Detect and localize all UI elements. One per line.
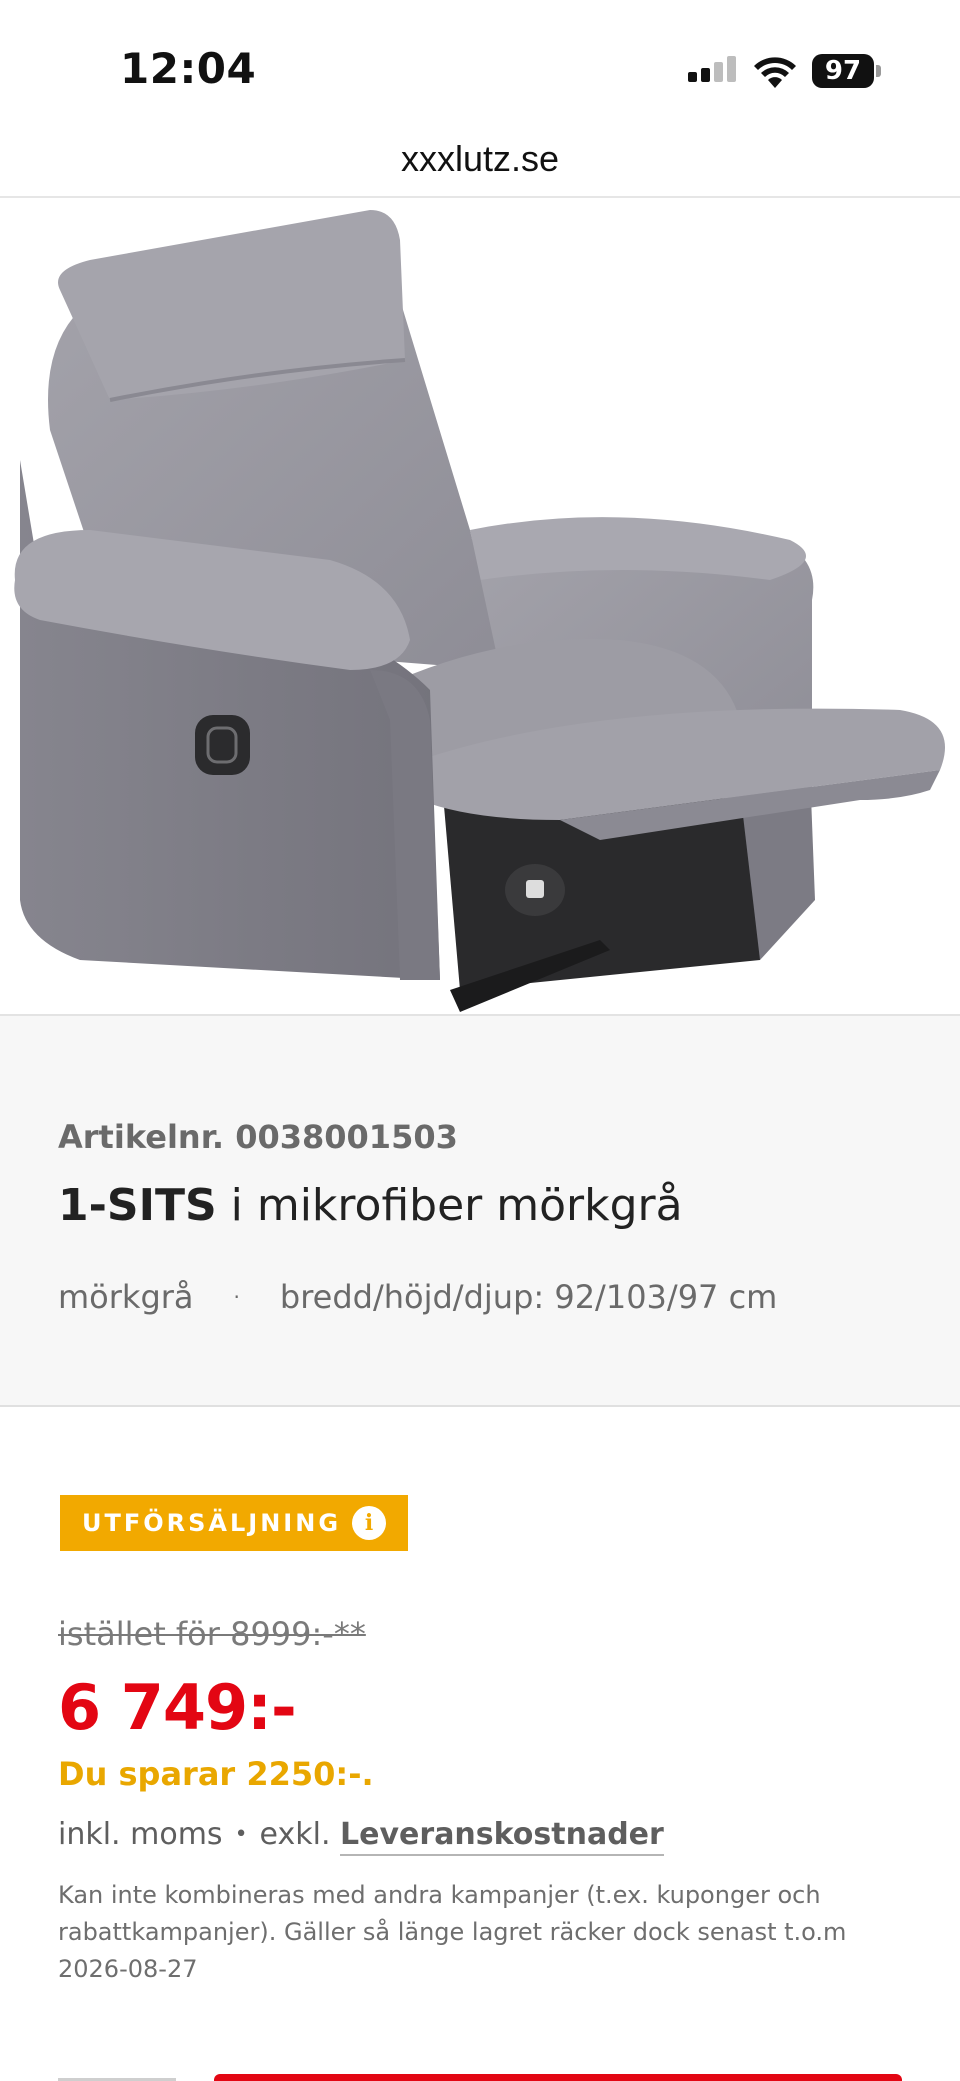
wifi-icon [754, 57, 796, 88]
product-title-rest: i mikrofiber mörkgrå [216, 1180, 683, 1231]
tax-included: inkl. moms [58, 1817, 223, 1852]
status-bar: 12:04 97 [0, 0, 960, 130]
product-title: 1-SITS i mikrofiber mörkgrå [58, 1180, 683, 1231]
tax-excluded-prefix: exkl. [259, 1817, 331, 1852]
savings-text: Du sparar 2250:-. [58, 1755, 374, 1793]
tax-line: inkl. moms • exkl. Leveranskostnader [58, 1817, 664, 1856]
info-icon[interactable]: i [352, 1506, 386, 1540]
product-info: Artikelnr. 0038001503 1-SITS i mikrofibe… [0, 1016, 960, 1406]
price-section: UTFÖRSÄLJNING i istället för 8999:-** 6 … [0, 1407, 960, 2081]
cellular-signal-icon [688, 56, 736, 82]
article-number: Artikelnr. 0038001503 [58, 1118, 458, 1156]
sale-badge-label: UTFÖRSÄLJNING [82, 1509, 342, 1537]
variant-dimensions: bredd/höjd/djup: 92/103/97 cm [279, 1278, 778, 1316]
separator-dot: · [233, 1285, 240, 1309]
old-price: istället för 8999:-** [58, 1615, 366, 1653]
address-bar[interactable]: xxxlutz.se [0, 130, 960, 198]
product-title-bold: 1-SITS [58, 1180, 217, 1231]
battery-level: 97 [812, 54, 874, 88]
url-text[interactable]: xxxlutz.se [0, 138, 960, 180]
disclaimer-text: Kan inte kombineras med andra kampanjer … [58, 1881, 847, 1983]
delivery-costs-link[interactable]: Leveranskostnader [340, 1817, 664, 1856]
variant-line: mörkgrå · bredd/höjd/djup: 92/103/97 cm [58, 1278, 777, 1316]
sale-badge[interactable]: UTFÖRSÄLJNING i [60, 1495, 408, 1551]
battery-icon: 97 [812, 54, 881, 88]
current-price: 6 749:- [58, 1671, 297, 1744]
add-to-cart-button-edge[interactable] [214, 2074, 902, 2081]
variant-color: mörkgrå [58, 1278, 194, 1316]
product-image[interactable] [0, 200, 960, 1014]
status-time: 12:04 [120, 44, 257, 93]
recliner-chair-image [14, 210, 945, 1012]
separator-bullet: • [234, 1822, 248, 1847]
